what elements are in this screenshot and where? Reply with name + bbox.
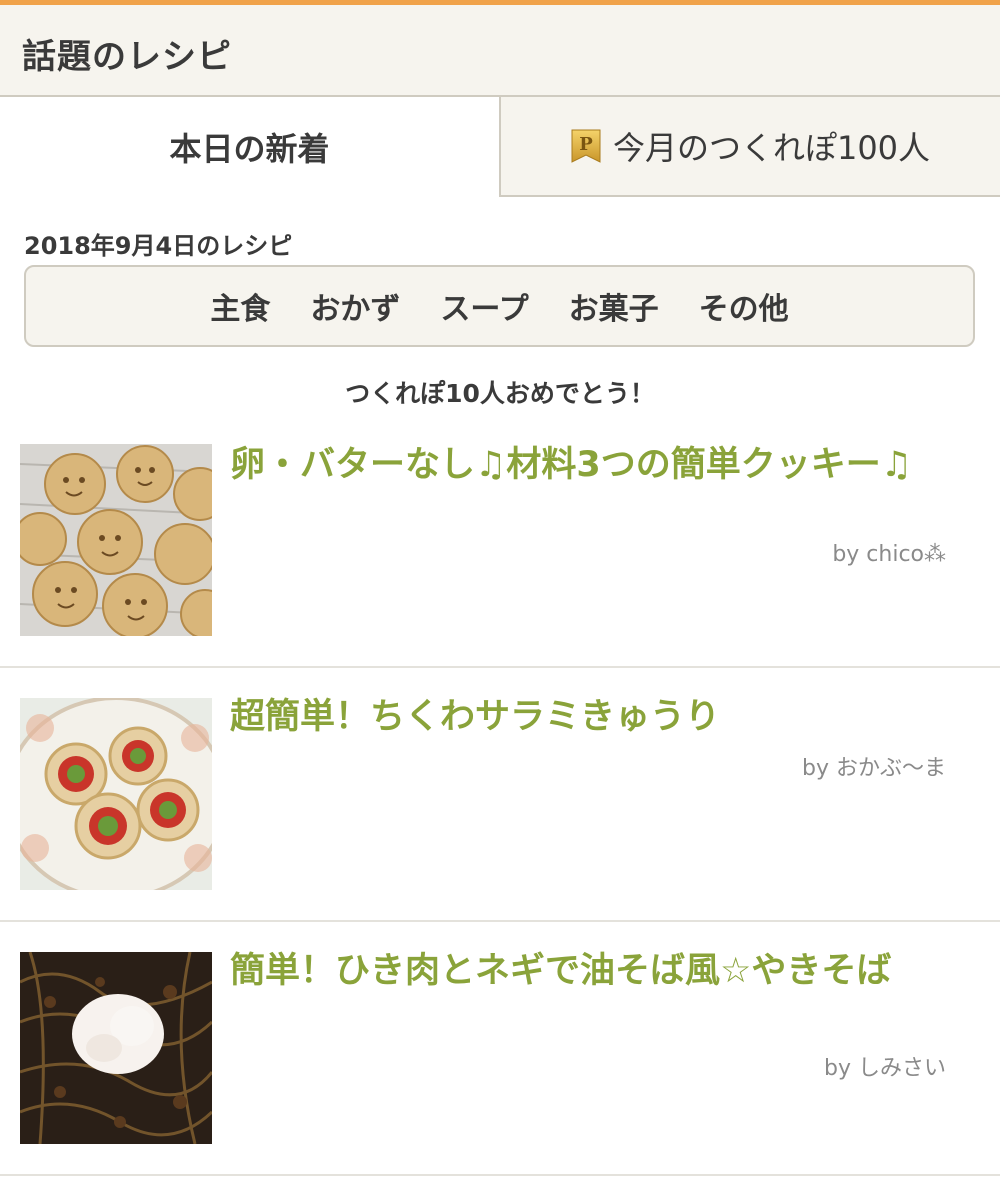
svg-text:P: P — [579, 134, 593, 155]
page-title: 話題のレシピ — [22, 37, 232, 77]
category-filter-bar: 主食 おかず スープ お菓子 その他 — [24, 265, 975, 347]
smiley-cookies-photo[interactable] — [20, 444, 212, 636]
tab-bar: 本日の新着 P 今月のつくれぽ100人 — [0, 97, 1000, 197]
page-header: 話題のレシピ — [0, 5, 1000, 97]
recipe-title[interactable]: 超簡単！ちくわサラミきゅうり — [230, 694, 950, 740]
recipe-item[interactable]: 超簡単！ちくわサラミきゅうり by おかぶ〜ま — [0, 668, 1000, 922]
tab-label: 今月のつくれぽ100人 — [612, 129, 931, 167]
congrats-heading: つくれぽ10人おめでとう！ — [345, 379, 655, 408]
yakisoba-egg-photo[interactable] — [20, 952, 212, 1144]
recipe-author[interactable]: by chico⁂ — [832, 542, 946, 567]
p-badge-icon: P — [571, 129, 601, 163]
recipe-author[interactable]: by しみさい — [824, 1050, 946, 1082]
category-side-dish[interactable]: おかず — [310, 284, 400, 328]
category-sweets[interactable]: お菓子 — [569, 284, 659, 328]
date-heading: 2018年9月4日のレシピ — [24, 232, 293, 260]
recipe-item[interactable]: 卵・バターなし♫材料3つの簡単クッキー♫ by chico⁂ — [0, 420, 1000, 668]
category-other[interactable]: その他 — [699, 284, 789, 328]
tab-todays-new[interactable]: 本日の新着 — [0, 97, 499, 197]
recipe-title[interactable]: 簡単！ひき肉とネギで油そば風☆やきそば — [230, 948, 950, 994]
tab-label: 本日の新着 — [169, 130, 330, 168]
category-soup[interactable]: スープ — [440, 284, 528, 328]
tab-monthly-tsukurepo[interactable]: P 今月のつくれぽ100人 — [499, 97, 1000, 197]
category-staple[interactable]: 主食 — [210, 284, 270, 328]
recipe-item[interactable]: 簡単！ひき肉とネギで油そば風☆やきそば by しみさい — [0, 922, 1000, 1176]
recipe-title[interactable]: 卵・バターなし♫材料3つの簡単クッキー♫ — [230, 442, 950, 488]
recipe-author[interactable]: by おかぶ〜ま — [802, 750, 946, 782]
chikuwa-rolls-photo[interactable] — [20, 698, 212, 890]
